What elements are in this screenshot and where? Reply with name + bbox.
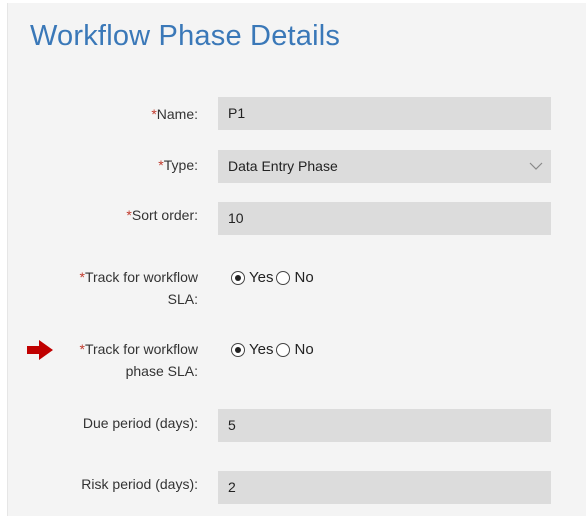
name-row: *Name: xyxy=(8,97,586,131)
due-period-field[interactable] xyxy=(218,409,551,442)
track-sla-label-line1: Track for workflow xyxy=(84,269,198,285)
track-phase-sla-radio-group: Yes No xyxy=(231,340,317,360)
sort-order-row: *Sort order: xyxy=(8,202,586,236)
sort-order-field[interactable] xyxy=(218,202,551,235)
type-row: *Type: Data Entry Phase xyxy=(8,150,586,184)
track-sla-no-label[interactable]: No xyxy=(294,268,313,288)
type-select[interactable]: Data Entry Phase xyxy=(218,150,551,183)
track-sla-radio-group: Yes No xyxy=(231,268,317,288)
page-title: Workflow Phase Details xyxy=(30,20,341,52)
type-label-text: Type: xyxy=(163,157,198,173)
track-sla-no-radio[interactable] xyxy=(276,271,291,285)
track-sla-yes-label[interactable]: Yes xyxy=(249,268,273,288)
due-period-label: Due period (days): xyxy=(82,415,198,431)
due-period-row: Due period (days): xyxy=(8,409,586,443)
track-sla-yes-radio[interactable] xyxy=(231,271,245,285)
name-label-text: Name: xyxy=(156,106,198,122)
track-phase-sla-row: *Track for workflow phase SLA: Yes No xyxy=(8,338,586,388)
track-sla-label: *Track for workflow SLA: xyxy=(28,266,198,310)
track-phase-sla-label-line2: phase SLA: xyxy=(125,363,198,379)
name-field[interactable] xyxy=(218,97,551,130)
name-label: *Name: xyxy=(28,103,198,125)
risk-period-field[interactable] xyxy=(218,471,551,504)
track-phase-sla-yes-radio[interactable] xyxy=(231,343,245,357)
sort-order-label: *Sort order: xyxy=(28,204,198,226)
chevron-down-icon xyxy=(529,162,543,170)
track-phase-sla-label-line1: Track for workflow xyxy=(84,341,198,357)
track-phase-sla-no-radio[interactable] xyxy=(276,343,291,357)
track-phase-sla-label: *Track for workflow phase SLA: xyxy=(28,338,198,382)
risk-period-row: Risk period (days): xyxy=(8,471,586,505)
sort-order-label-text: Sort order: xyxy=(131,207,198,223)
risk-period-label: Risk period (days): xyxy=(81,476,198,492)
track-phase-sla-no-label[interactable]: No xyxy=(294,340,313,360)
type-label: *Type: xyxy=(28,154,198,176)
type-select-value: Data Entry Phase xyxy=(228,158,338,174)
track-phase-sla-yes-label[interactable]: Yes xyxy=(249,340,273,360)
track-sla-label-line2: SLA: xyxy=(167,291,198,307)
workflow-phase-details-panel: Workflow Phase Details *Name: *Type: Dat… xyxy=(7,3,586,516)
track-sla-row: *Track for workflow SLA: Yes No xyxy=(8,266,586,316)
